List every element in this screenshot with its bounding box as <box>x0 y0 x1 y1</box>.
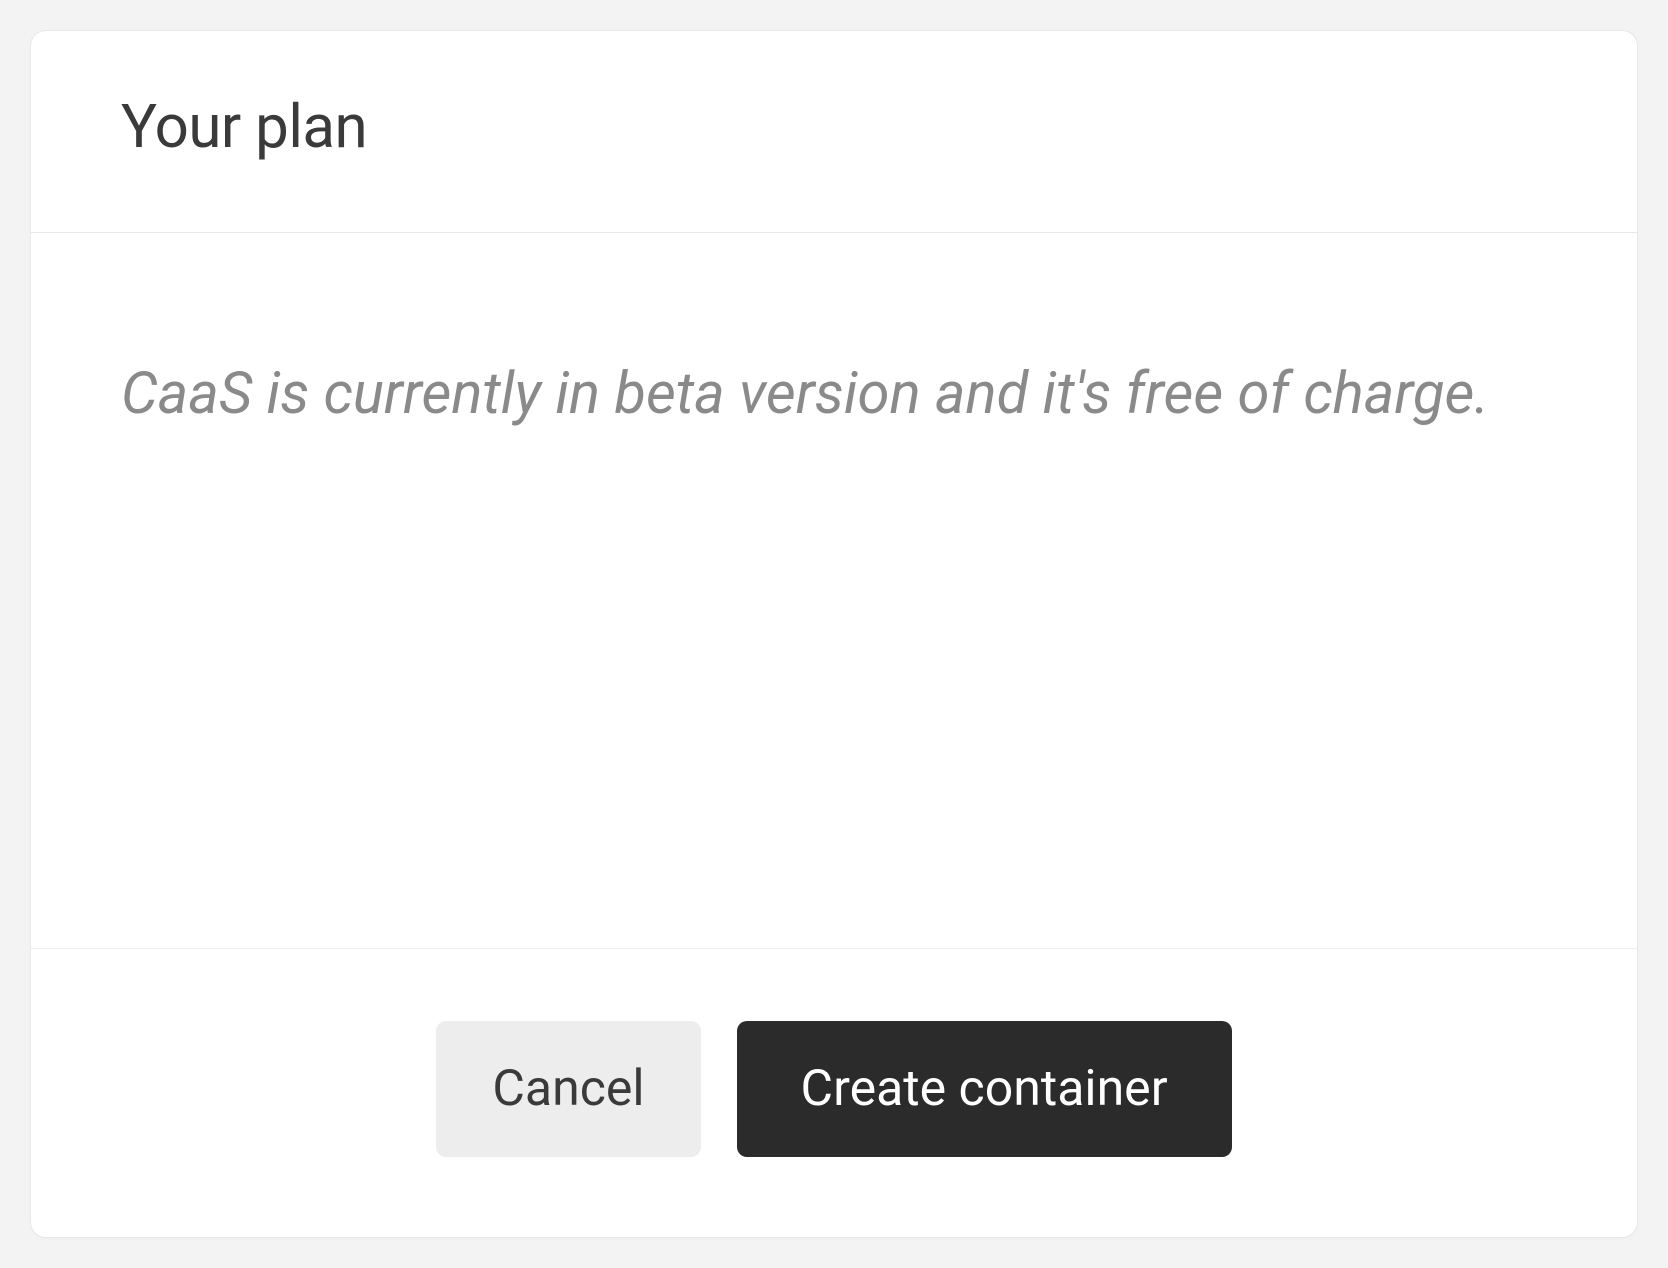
card-body: CaaS is currently in beta version and it… <box>31 233 1637 949</box>
create-container-button[interactable]: Create container <box>737 1021 1232 1157</box>
cancel-button[interactable]: Cancel <box>436 1021 700 1157</box>
card-header: Your plan <box>31 31 1637 233</box>
card-title: Your plan <box>121 91 1547 162</box>
plan-card: Your plan CaaS is currently in beta vers… <box>30 30 1638 1238</box>
card-footer: Cancel Create container <box>31 949 1637 1237</box>
plan-description: CaaS is currently in beta version and it… <box>121 353 1489 435</box>
